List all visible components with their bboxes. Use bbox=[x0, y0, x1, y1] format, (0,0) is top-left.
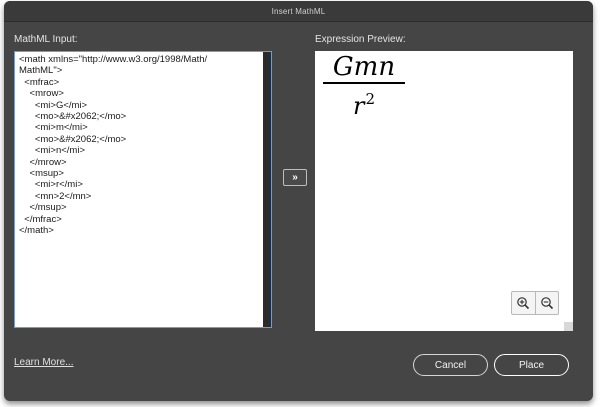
mathml-input-label: MathML Input: bbox=[14, 34, 78, 45]
cancel-button-label: Cancel bbox=[434, 359, 467, 371]
expression-preview-panel: Gmn r2 bbox=[315, 51, 573, 331]
insert-mathml-dialog: Insert MathML MathML Input: <math xmlns=… bbox=[4, 1, 593, 401]
place-button-label: Place bbox=[518, 359, 544, 371]
fraction-bar bbox=[323, 82, 405, 84]
rendered-fraction: Gmn r2 bbox=[323, 53, 405, 119]
place-button[interactable]: Place bbox=[494, 354, 569, 376]
mathml-input-text[interactable]: <math xmlns="http://www.w3.org/1998/Math… bbox=[19, 54, 255, 237]
preview-resize-grip[interactable] bbox=[564, 322, 573, 331]
expression-preview-label: Expression Preview: bbox=[315, 34, 406, 45]
zoom-in-button[interactable] bbox=[512, 292, 535, 314]
fraction-denominator: r2 bbox=[323, 86, 405, 119]
cancel-button[interactable]: Cancel bbox=[413, 354, 488, 376]
zoom-in-icon bbox=[517, 297, 530, 310]
mathml-input-field[interactable]: <math xmlns="http://www.w3.org/1998/Math… bbox=[14, 51, 272, 328]
zoom-out-button[interactable] bbox=[534, 292, 559, 314]
double-chevron-right-icon: » bbox=[292, 172, 298, 183]
zoom-controls bbox=[511, 291, 559, 315]
denominator-exponent: 2 bbox=[365, 90, 376, 108]
learn-more-link[interactable]: Learn More... bbox=[14, 357, 73, 368]
dialog-title: Insert MathML bbox=[271, 6, 326, 16]
denominator-base: r bbox=[352, 92, 365, 120]
title-bar[interactable]: Insert MathML bbox=[4, 1, 593, 22]
update-preview-button[interactable]: » bbox=[283, 169, 307, 186]
fraction-numerator: Gmn bbox=[332, 52, 396, 82]
input-scrollbar[interactable] bbox=[263, 52, 271, 327]
zoom-out-icon bbox=[540, 297, 553, 310]
